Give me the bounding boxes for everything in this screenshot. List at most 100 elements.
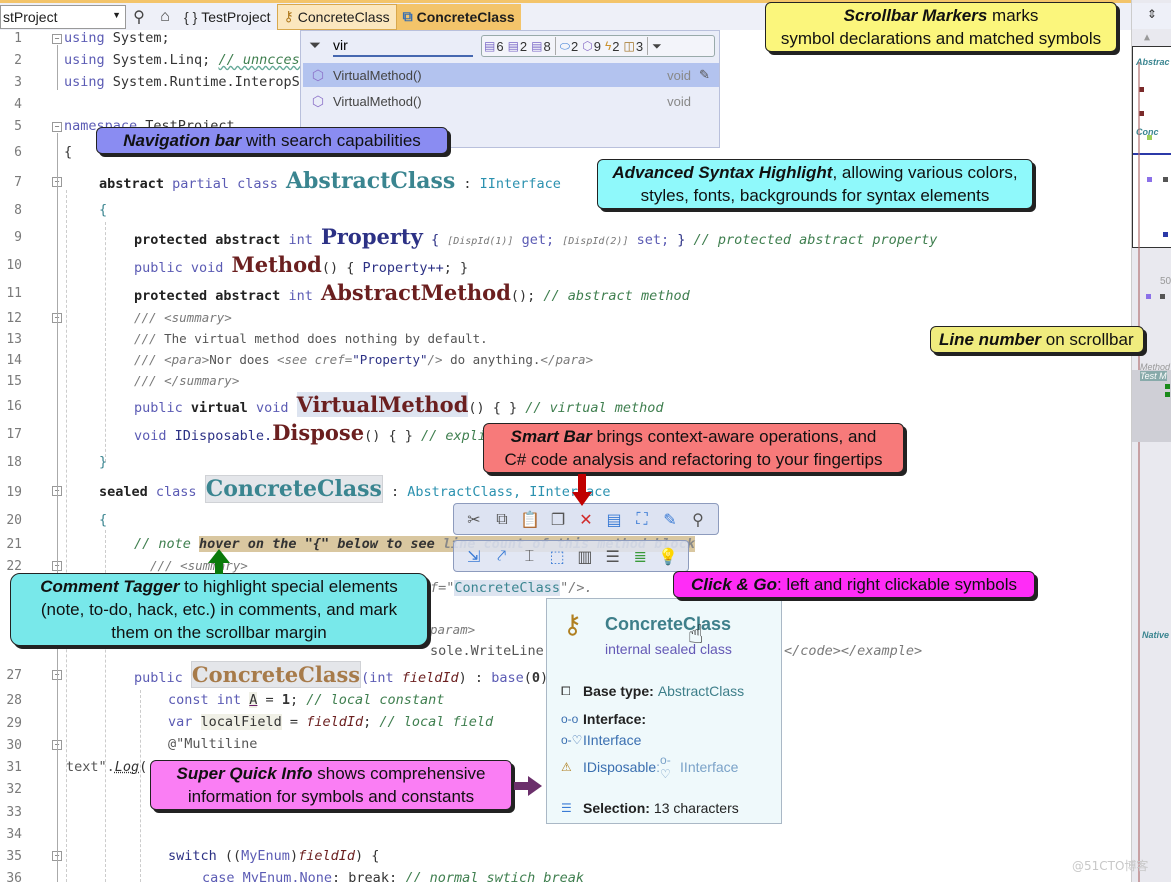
base-type-link[interactable]: AbstractClass	[658, 683, 744, 699]
keyword: public	[134, 400, 191, 416]
copy-icon[interactable]: ⧉	[488, 509, 516, 529]
filter-fields-static[interactable]: ▤ 2	[506, 39, 530, 54]
type-name[interactable]: MyEnum	[241, 848, 290, 864]
constructor-name[interactable]: ConcreteClass	[190, 661, 362, 688]
select-block-icon[interactable]: ⛶	[628, 509, 656, 529]
line-number: 1	[14, 31, 22, 46]
callout-title: Comment Tagger	[40, 577, 180, 596]
lightbulb-icon[interactable]: 💡	[654, 547, 682, 566]
code-line-27: public ConcreteClass(int fieldId) : base…	[134, 661, 548, 688]
filter-methods[interactable]: ⬡ 9	[580, 39, 603, 54]
code-line-12: /// <summary>	[134, 310, 232, 325]
breadcrumb-namespace[interactable]: { } TestProject	[178, 4, 277, 30]
filter-count: 2	[519, 38, 528, 54]
doc-comment: The virtual method does nothing by defau…	[164, 331, 488, 346]
method-name[interactable]: AbstractMethod	[321, 280, 511, 305]
delete-icon[interactable]: ✕	[572, 510, 600, 529]
duplicate-icon[interactable]: ❐	[544, 510, 572, 529]
keyword: protected abstract	[134, 232, 281, 248]
type-name[interactable]: IInterface	[480, 176, 561, 192]
method-name[interactable]: Dispose	[272, 420, 364, 445]
result-type: void	[667, 67, 691, 83]
fold-toggle[interactable]: −	[52, 34, 62, 44]
keyword: using	[64, 52, 105, 68]
interface-item: o-♡ IInterface	[561, 732, 641, 748]
find-references-icon[interactable]: ⚲	[684, 510, 712, 529]
split-window-icon[interactable]: ⇕	[1132, 3, 1171, 29]
edit-tools-icon[interactable]: ✎	[656, 510, 684, 529]
sort-lines-icon[interactable]: ≣	[627, 547, 655, 566]
filter-count: 2	[612, 38, 620, 54]
scrollbar-region: Method Test M	[1132, 362, 1171, 442]
rename-icon[interactable]: ⌶	[516, 546, 544, 566]
method-name[interactable]: Method	[232, 252, 322, 277]
filter-icon: ⏷	[309, 37, 322, 54]
analysis-icon[interactable]: ▥	[571, 547, 599, 566]
line-number: 14	[6, 353, 22, 368]
project-dropdown[interactable]: stProject ▼	[0, 4, 126, 29]
method-name[interactable]: VirtualMethod	[296, 392, 469, 417]
breadcrumb-members[interactable]: ⧉ ConcreteClass	[396, 3, 521, 30]
line-number: 16	[6, 399, 22, 414]
line-number: 20	[6, 513, 22, 528]
breadcrumb-class[interactable]: ⚷ ConcreteClass	[276, 3, 397, 30]
type-name[interactable]: IDisposable.	[175, 428, 273, 444]
callout-text: to highlight special elements	[179, 577, 398, 596]
enum-member[interactable]: MyEnum.None	[243, 870, 332, 882]
scrollbar-marker-label: Native	[1142, 630, 1170, 640]
home-icon[interactable]: ⌂	[152, 8, 178, 26]
keyword: const int	[168, 692, 250, 708]
fold-toggle[interactable]: −	[52, 122, 62, 132]
scrollbar-marker	[1163, 232, 1168, 237]
member-search-input[interactable]	[333, 35, 473, 57]
interface-link[interactable]: IDisposable	[583, 759, 656, 775]
number: 1	[281, 692, 290, 708]
class-name[interactable]: AbstractClass	[286, 168, 455, 194]
callout-title: Advanced Syntax Highlight	[612, 163, 833, 182]
code-text: System.Linq;	[104, 52, 219, 68]
cut-icon[interactable]: ✂	[460, 510, 488, 529]
filter-events[interactable]: ϟ2	[603, 39, 622, 54]
go-to-definition-icon[interactable]: ⇲	[460, 547, 488, 566]
method-icon: ⬡	[311, 66, 325, 83]
class-name-selected[interactable]: ConcreteClass	[204, 475, 383, 503]
interface-link[interactable]: IInterface	[680, 759, 738, 775]
keyword: set;	[628, 232, 678, 248]
format-icon[interactable]: ☰	[599, 547, 627, 566]
hand-cursor-icon: ☝	[688, 620, 704, 650]
search-result-item[interactable]: ⬡ VirtualMethod() void ✎	[303, 63, 719, 87]
doc-comment: </para>	[540, 352, 594, 367]
local-variable[interactable]: localField	[200, 714, 282, 730]
interface-item: ⚠ IDisposable : o-♡ IInterface	[561, 753, 738, 781]
filter-properties[interactable]: ⬭ 2	[558, 39, 580, 54]
selection-label: Selection:	[583, 800, 650, 816]
filter-fields-private[interactable]: ▤ 8	[529, 39, 553, 54]
filter-types[interactable]: ◫ 3	[622, 39, 646, 54]
doc-reference[interactable]: "Property"	[352, 352, 427, 367]
member-type-filters: ▤ 6 ▤ 2 ▤ 8 ⬭ 2 ⬡ 9 ϟ2 ◫ 3 ⏷	[481, 35, 715, 57]
interface-icon: o-♡	[561, 733, 583, 747]
comment: // note	[134, 536, 200, 552]
search-result-item[interactable]: ⬡ VirtualMethod() void	[303, 89, 719, 113]
interface-link[interactable]: IInterface	[583, 732, 641, 748]
line-number: 36	[6, 871, 22, 882]
clear-filter-button[interactable]: ⏷	[650, 39, 665, 54]
refactor-icon[interactable]: ⤤	[488, 546, 516, 566]
callout-text: brings context-aware operations, and	[591, 427, 877, 446]
editor-scrollbar[interactable]: ⇕ ▲ Abstrac Conc 50 Method Test M Native	[1131, 0, 1171, 882]
doc-reference[interactable]: ConcreteClass	[454, 580, 561, 596]
copy-html-icon[interactable]: ▤	[600, 510, 628, 529]
code-line-23: f="ConcreteClass"/>.	[430, 580, 593, 596]
keyword: get;	[513, 232, 563, 248]
property-name[interactable]: Property	[321, 224, 423, 249]
quick-info-title[interactable]: ConcreteClass	[605, 614, 731, 635]
extension-method[interactable]: Log	[115, 759, 139, 775]
paste-icon[interactable]: 📋	[516, 510, 544, 529]
filter-fields[interactable]: ▤ 6	[482, 39, 506, 54]
keyword: using	[64, 30, 105, 46]
search-icon[interactable]: ⚲	[126, 7, 152, 27]
select-symbol-icon[interactable]: ⬚	[543, 547, 571, 566]
sealed-class-icon: ⚷	[563, 609, 583, 639]
class-members-icon: ⧉	[402, 8, 413, 24]
scroll-up-icon[interactable]: ▲	[1144, 32, 1150, 43]
